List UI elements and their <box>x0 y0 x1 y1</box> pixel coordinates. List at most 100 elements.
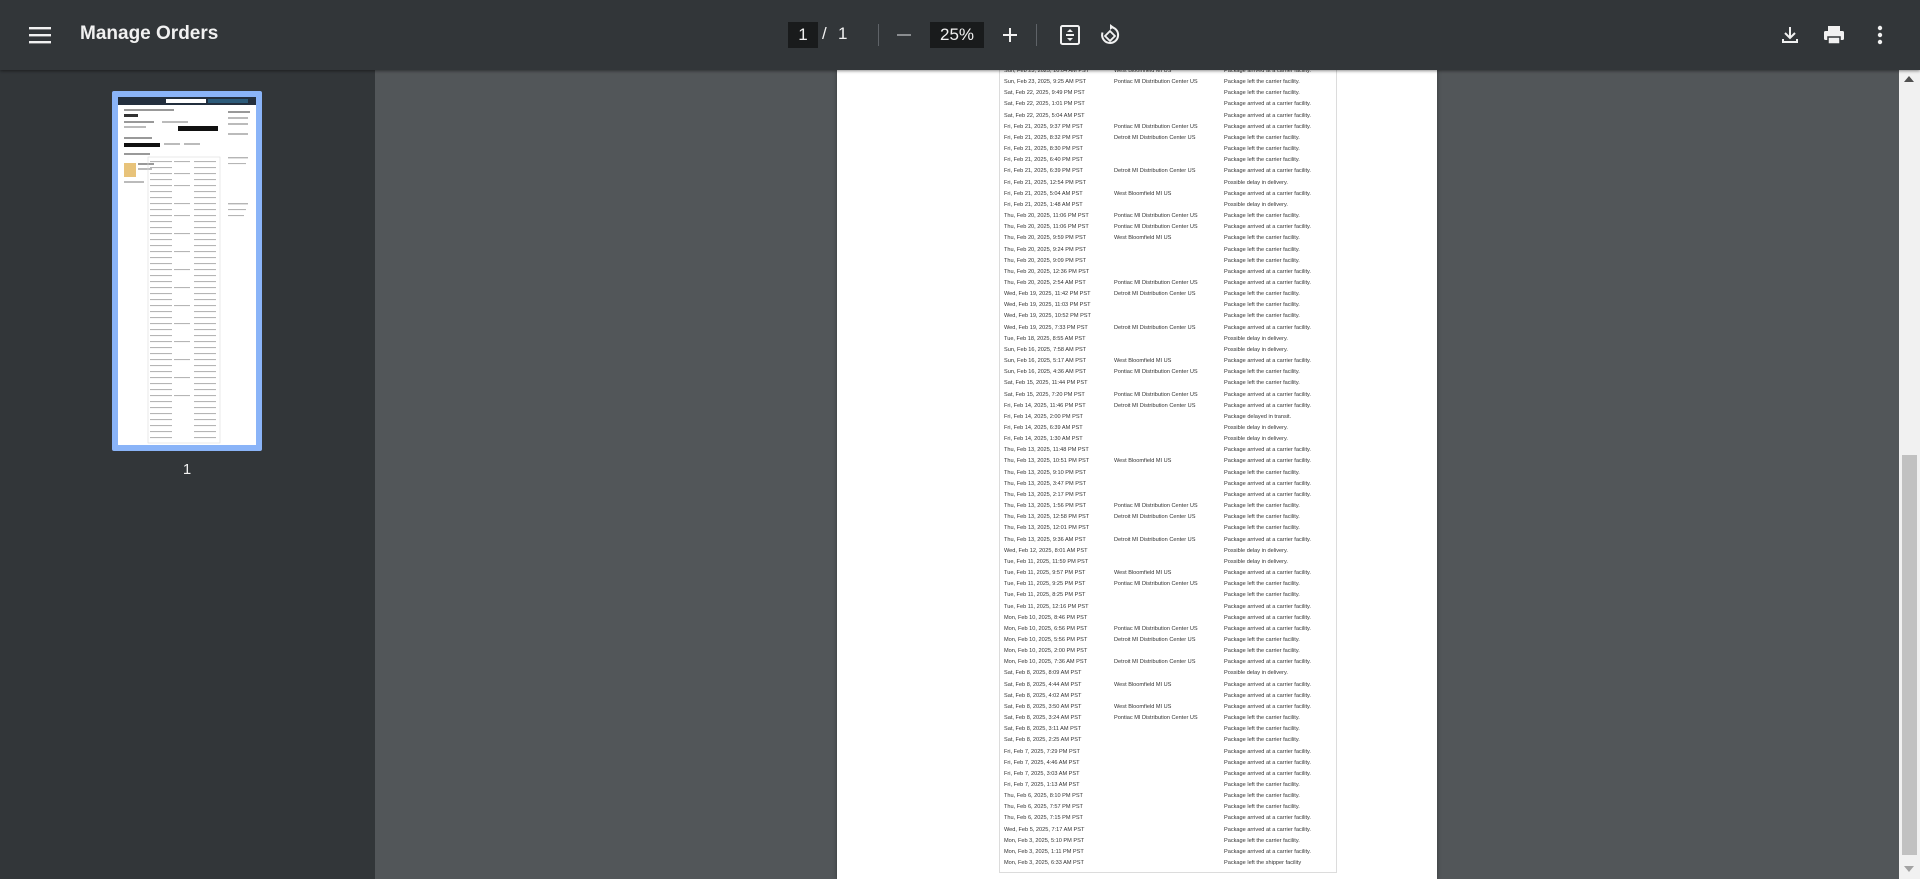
event-description-cell: Package left the carrier facility. <box>1224 636 1300 643</box>
page-number-input[interactable]: 1 <box>788 22 818 48</box>
table-row: Thu, Feb 20, 2025, 2:54 AM PST Pontiac MI… <box>1000 278 1336 289</box>
event-date-cell: Thu, Feb 20, 2025, 12:36 PM PST <box>1004 268 1090 275</box>
event-date-cell: Wed, Feb 5, 2025, 7:17 AM PST <box>1004 826 1085 833</box>
event-description-cell: Package arrived at a carrier facility. <box>1224 748 1311 755</box>
zoom-out-button[interactable] <box>886 15 922 55</box>
menu-button[interactable] <box>20 15 60 55</box>
event-date-cell: Thu, Feb 13, 2025, 9:10 PM PST <box>1004 469 1087 476</box>
rotate-button[interactable] <box>1092 15 1128 55</box>
event-description-cell: Package arrived at a carrier facility. <box>1224 268 1311 275</box>
table-row: Fri, Feb 14, 2025, 1:30 AM PST Possible d… <box>1000 434 1336 445</box>
event-date-cell: Thu, Feb 13, 2025, 12:58 PM PST <box>1004 514 1090 521</box>
event-description-cell: Package arrived at a carrier facility. <box>1224 703 1311 710</box>
table-row: Thu, Feb 13, 2025, 9:10 PM PST Package le… <box>1000 468 1336 479</box>
event-date-cell: Mon, Feb 10, 2025, 6:56 PM PST <box>1004 625 1088 632</box>
event-description-cell: Package left the carrier facility. <box>1224 257 1300 264</box>
table-row: Mon, Feb 3, 2025, 1:11 PM PST Package arr… <box>1000 847 1336 858</box>
zoom-input[interactable]: 25% <box>930 22 984 48</box>
more-options-button[interactable] <box>1862 15 1898 55</box>
event-date-cell: Sat, Feb 8, 2025, 3:50 AM PST <box>1004 703 1082 710</box>
event-description-cell: Package left the carrier facility. <box>1224 291 1300 298</box>
event-description-cell: Package arrived at a carrier facility. <box>1224 536 1311 543</box>
table-row: Mon, Feb 10, 2025, 8:46 PM PST Package ar… <box>1000 613 1336 624</box>
table-row: Fri, Feb 7, 2025, 4:46 AM PST Package arr… <box>1000 758 1336 769</box>
event-date-cell: Sat, Feb 15, 2025, 11:44 PM PST <box>1004 380 1088 387</box>
table-row: Wed, Feb 19, 2025, 11:03 PM PST Package l… <box>1000 300 1336 311</box>
table-row: Sat, Feb 15, 2025, 7:20 PM PST Pontiac MI… <box>1000 390 1336 401</box>
event-description-cell: Package left the carrier facility. <box>1224 79 1300 86</box>
event-description-cell: Package left the carrier facility. <box>1224 793 1300 800</box>
event-description-cell: Package left the carrier facility. <box>1224 469 1300 476</box>
download-button[interactable] <box>1772 15 1808 55</box>
event-description-cell: Package arrived at a carrier facility. <box>1224 480 1311 487</box>
event-description-cell: Package arrived at a carrier facility. <box>1224 692 1311 699</box>
zoom-in-button[interactable] <box>992 15 1028 55</box>
vertical-scrollbar[interactable] <box>1899 70 1920 879</box>
event-date-cell: Thu, Feb 20, 2025, 9:09 PM PST <box>1004 257 1087 264</box>
event-date-cell: Sun, Feb 16, 2025, 4:36 AM PST <box>1004 369 1087 376</box>
thumbnail-page-image <box>118 97 256 444</box>
table-row: Thu, Feb 13, 2025, 10:51 PM PST West Bloo… <box>1000 456 1336 467</box>
page-thumbnail[interactable] <box>112 91 262 451</box>
event-description-cell: Package arrived at a carrier facility. <box>1224 402 1311 409</box>
event-date-cell: Sun, Feb 16, 2025, 7:58 AM PST <box>1004 346 1087 353</box>
event-date-cell: Sat, Feb 8, 2025, 4:02 AM PST <box>1004 692 1082 699</box>
event-description-cell: Package arrived at a carrier facility. <box>1224 570 1311 577</box>
event-location-cell: Pontiac MI Distribution Center US <box>1114 625 1198 632</box>
event-location-cell: West Bloomfield MI US <box>1114 570 1172 577</box>
event-date-cell: Sat, Feb 8, 2025, 8:09 AM PST <box>1004 670 1082 677</box>
table-row: Mon, Feb 10, 2025, 7:36 AM PST Detroit MI… <box>1000 657 1336 668</box>
event-description-cell: Package arrived at a carrier facility. <box>1224 826 1311 833</box>
minus-icon <box>897 34 911 36</box>
event-description-cell: Possible delay in delivery. <box>1224 670 1288 677</box>
scroll-up-arrow-icon[interactable] <box>1904 76 1914 82</box>
document-viewer[interactable]: Sun, Feb 23, 2025, 10:04 AM PST West Bloo… <box>375 66 1899 879</box>
event-date-cell: Mon, Feb 10, 2025, 7:36 AM PST <box>1004 659 1088 666</box>
event-date-cell: Sat, Feb 8, 2025, 3:11 AM PST <box>1004 726 1082 733</box>
print-button[interactable] <box>1816 15 1852 55</box>
event-date-cell: Tue, Feb 11, 2025, 9:25 PM PST <box>1004 581 1086 588</box>
event-date-cell: Wed, Feb 19, 2025, 7:33 PM PST <box>1004 324 1088 331</box>
table-row: Tue, Feb 11, 2025, 11:59 PM PST Possible … <box>1000 557 1336 568</box>
fit-to-page-button[interactable] <box>1052 15 1088 55</box>
table-row: Thu, Feb 6, 2025, 8:10 PM PST Package lef… <box>1000 791 1336 802</box>
event-description-cell: Package left the carrier facility. <box>1224 146 1300 153</box>
table-row: Fri, Feb 21, 2025, 8:30 PM PST Package le… <box>1000 144 1336 155</box>
event-date-cell: Thu, Feb 20, 2025, 11:06 PM PST <box>1004 224 1089 231</box>
event-location-cell: Detroit MI Distribution Center US <box>1114 134 1196 141</box>
event-location-cell: Pontiac MI Distribution Center US <box>1114 123 1198 130</box>
event-description-cell: Package arrived at a carrier facility. <box>1224 168 1311 175</box>
table-row: Sat, Feb 8, 2025, 3:24 AM PST Pontiac MI … <box>1000 713 1336 724</box>
event-date-cell: Thu, Feb 13, 2025, 3:47 PM PST <box>1004 480 1087 487</box>
table-row: Mon, Feb 3, 2025, 6:33 AM PST Package lef… <box>1000 858 1336 869</box>
event-date-cell: Thu, Feb 13, 2025, 1:56 PM PST <box>1004 503 1087 510</box>
event-description-cell: Package left the carrier facility. <box>1224 235 1300 242</box>
event-location-cell: Detroit MI Distribution Center US <box>1114 168 1196 175</box>
table-row: Sun, Feb 16, 2025, 7:58 AM PST Possible d… <box>1000 345 1336 356</box>
fit-page-icon <box>1060 25 1080 45</box>
thumbnail-sidebar: 1 <box>0 70 375 879</box>
table-row: Tue, Feb 11, 2025, 9:25 PM PST Pontiac MI… <box>1000 579 1336 590</box>
event-location-cell: Detroit MI Distribution Center US <box>1114 659 1196 666</box>
event-description-cell: Package arrived at a carrier facility. <box>1224 101 1311 108</box>
event-description-cell: Package left the carrier facility. <box>1224 302 1300 309</box>
event-date-cell: Sat, Feb 15, 2025, 7:20 PM PST <box>1004 391 1085 398</box>
toolbar-divider <box>878 24 879 46</box>
event-date-cell: Tue, Feb 11, 2025, 12:16 PM PST <box>1004 603 1089 610</box>
table-row: Thu, Feb 13, 2025, 9:36 AM PST Detroit MI… <box>1000 535 1336 546</box>
event-description-cell: Package left the carrier facility. <box>1224 90 1300 97</box>
event-description-cell: Package left the carrier facility. <box>1224 581 1300 588</box>
event-location-cell: West Bloomfield MI US <box>1114 358 1172 365</box>
pdf-toolbar: Manage Orders 1 / 1 25% <box>0 0 1920 70</box>
event-description-cell: Package left the carrier facility. <box>1224 804 1300 811</box>
event-description-cell: Package arrived at a carrier facility. <box>1224 815 1311 822</box>
event-description-cell: Package arrived at a carrier facility. <box>1224 279 1311 286</box>
table-row: Thu, Feb 13, 2025, 12:58 PM PST Detroit M… <box>1000 512 1336 523</box>
event-location-cell: Pontiac MI Distribution Center US <box>1114 581 1198 588</box>
table-row: Fri, Feb 14, 2025, 6:39 AM PST Possible d… <box>1000 423 1336 434</box>
scrollbar-thumb[interactable] <box>1902 455 1917 855</box>
print-icon <box>1824 26 1844 45</box>
table-row: Sat, Feb 15, 2025, 11:44 PM PST Package l… <box>1000 378 1336 389</box>
scroll-down-arrow-icon[interactable] <box>1904 866 1914 872</box>
event-location-cell: West Bloomfield MI US <box>1114 703 1172 710</box>
